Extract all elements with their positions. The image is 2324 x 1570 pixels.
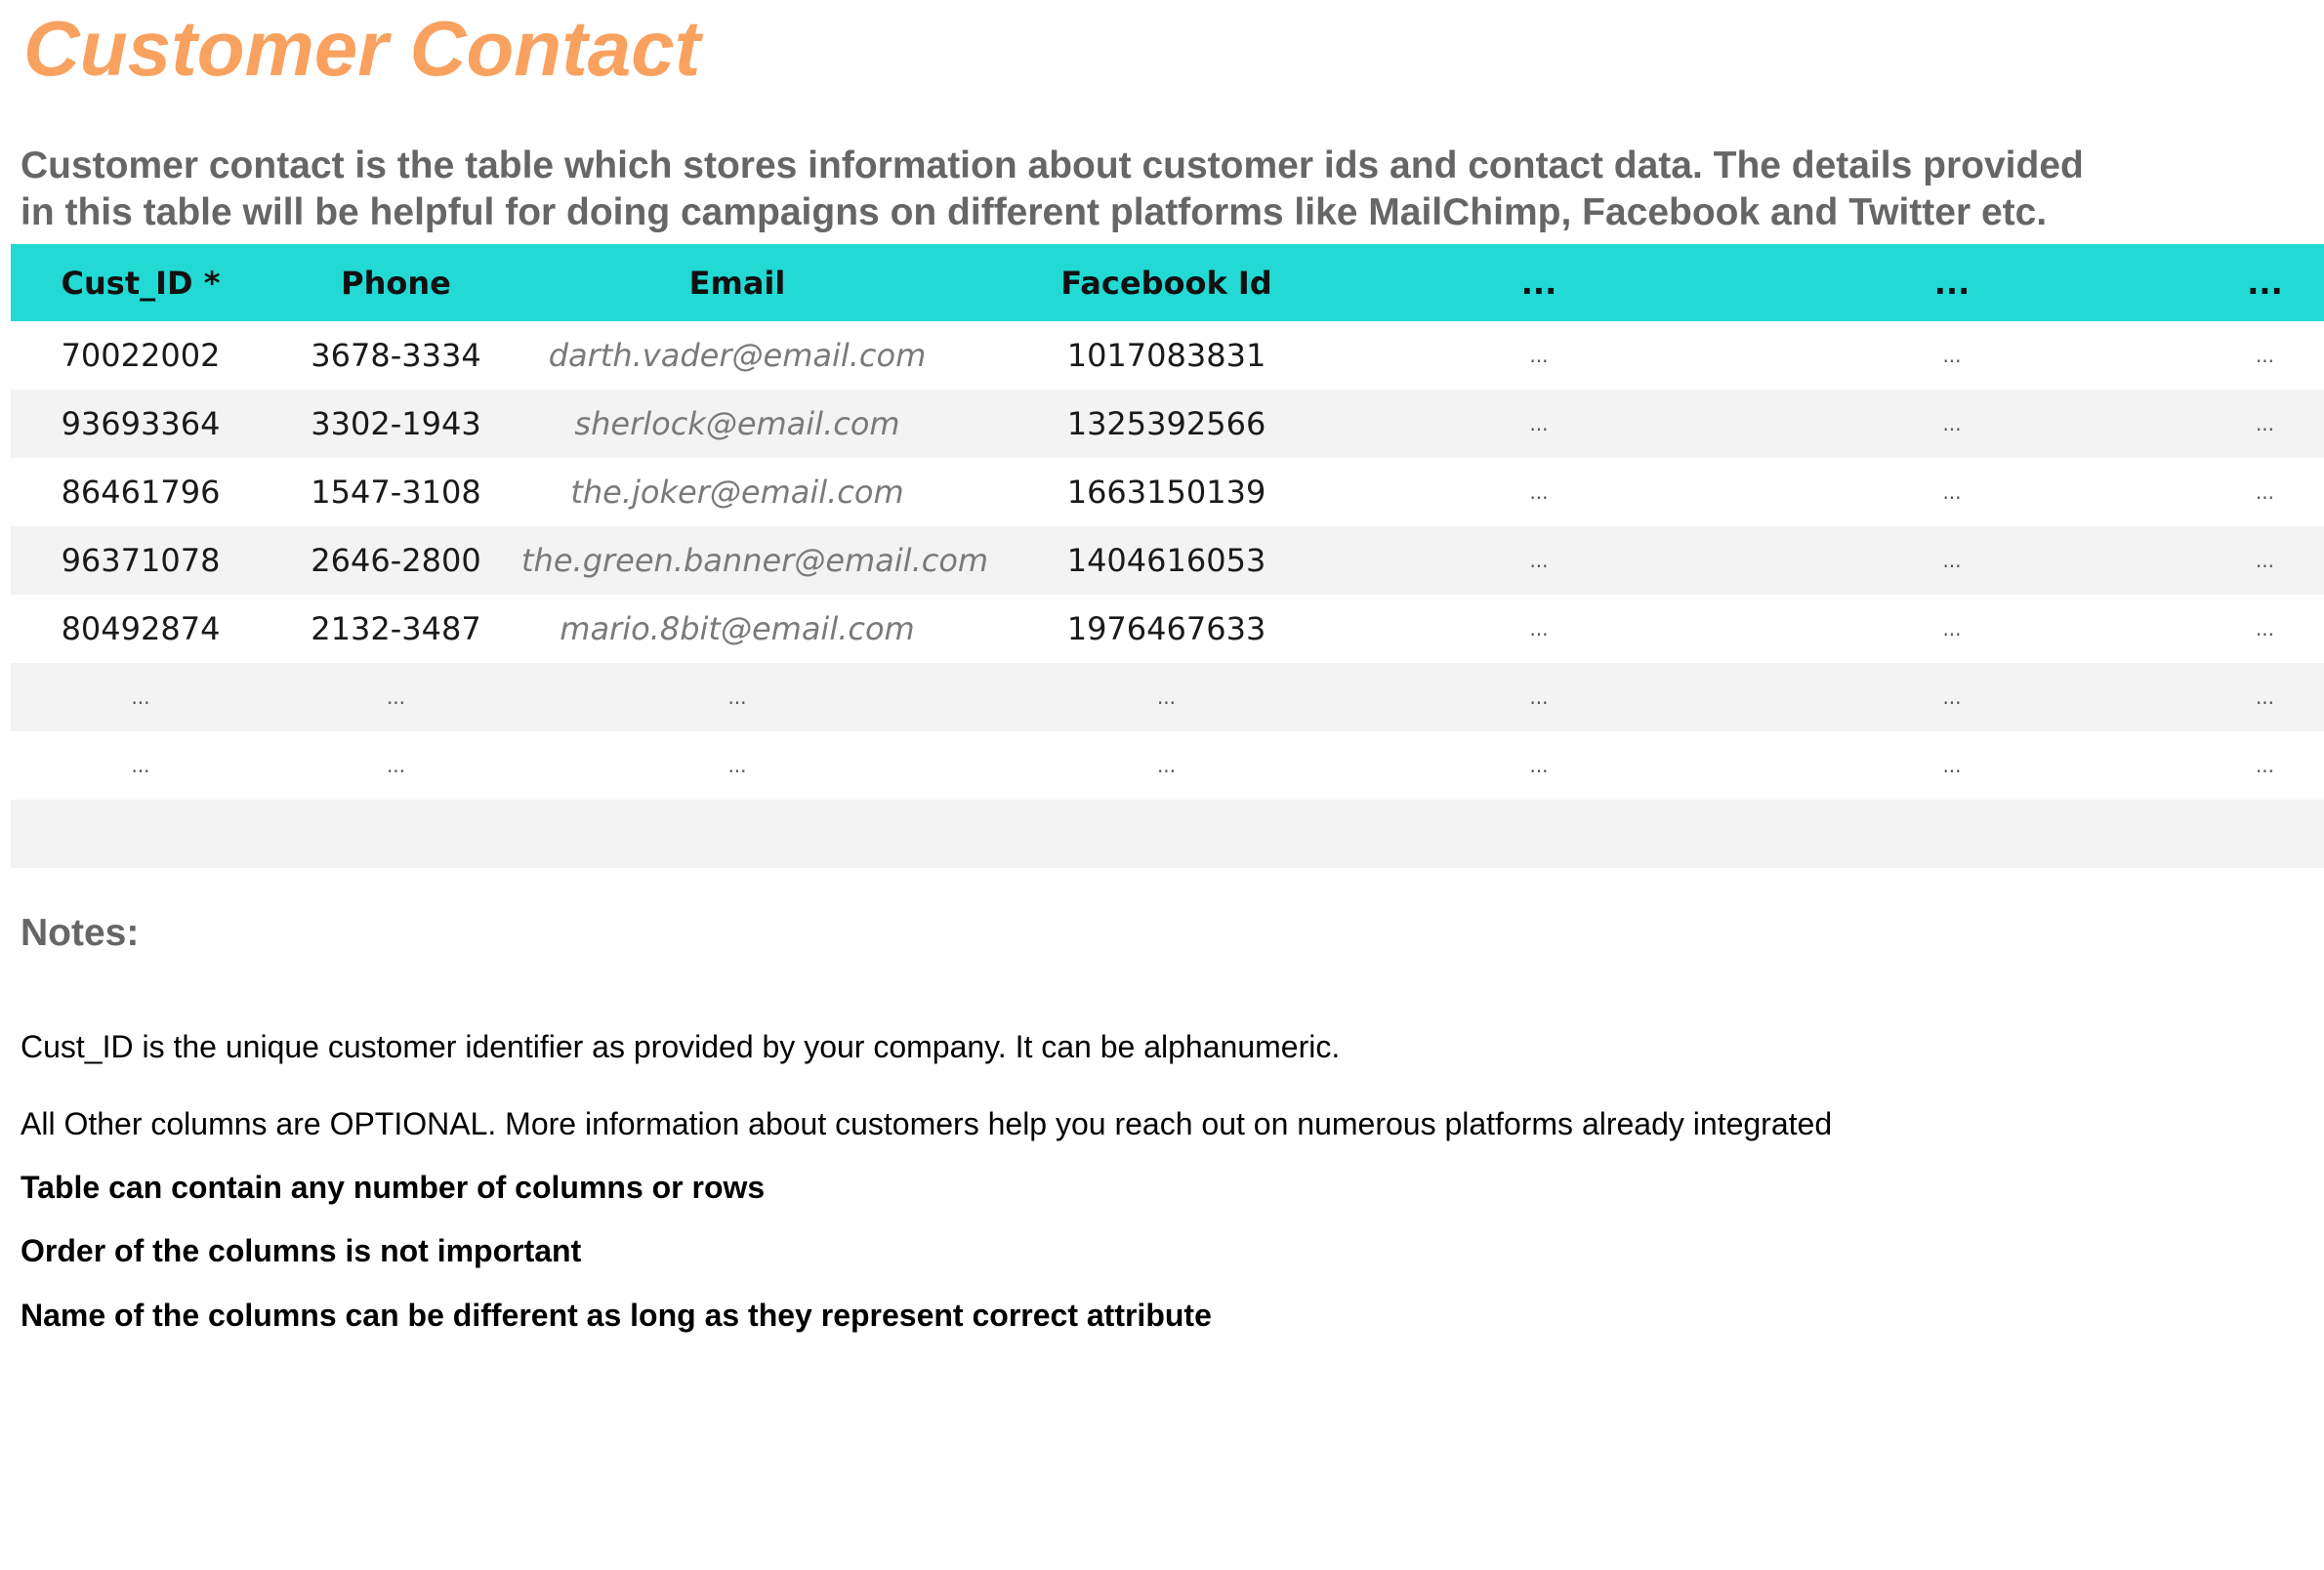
cell-more: ... xyxy=(1698,663,2206,731)
cell-facebook-id: 1404616053 xyxy=(953,526,1380,595)
cell-email: the.green.banner@email.com xyxy=(521,526,988,595)
empty-cell xyxy=(521,800,953,868)
cell-phone: 1547-3108 xyxy=(311,474,481,511)
cell-more: ... xyxy=(270,663,521,731)
cell-cust-id: 96371078 xyxy=(11,526,270,595)
table-row: 96371078 2646-2800 the.green.banner@emai… xyxy=(11,526,2324,595)
empty-cell xyxy=(953,800,1380,868)
cell-phone: 3678-3334 xyxy=(311,337,481,374)
cell-cust-id: 70022002 xyxy=(61,337,221,374)
empty-cell xyxy=(270,800,521,868)
description-line: in this table will be helpful for doing … xyxy=(21,191,2048,233)
empty-cell xyxy=(1380,800,1698,868)
column-header-facebook-id: Facebook Id xyxy=(953,244,1380,321)
column-header-more: ... xyxy=(1698,244,2206,321)
cell-cust-id: 93693364 xyxy=(11,390,270,458)
cell-more: ... xyxy=(1529,344,1549,367)
cell-more: ... xyxy=(1942,344,1962,367)
empty-cell xyxy=(2206,800,2324,868)
cell-more: ... xyxy=(1698,526,2206,595)
cell-more: ... xyxy=(131,754,150,777)
cell-facebook-id: 1017083831 xyxy=(1066,337,1266,374)
cell-more: ... xyxy=(1529,617,1549,640)
cell-more: ... xyxy=(11,663,270,731)
cell-cust-id: 80492874 xyxy=(61,610,221,647)
cell-more: ... xyxy=(1156,754,1177,777)
cell-email: sherlock@email.com xyxy=(521,390,953,458)
column-header-more: ... xyxy=(2206,244,2324,321)
customer-contact-table: Cust_ID * Phone Email Facebook Id ... ..… xyxy=(11,244,2324,868)
cell-facebook-id: 1663150139 xyxy=(1066,474,1266,511)
cell-facebook-id: 1976467633 xyxy=(1066,610,1266,647)
cell-facebook-id: 1325392566 xyxy=(953,390,1380,458)
cell-more: ... xyxy=(1942,754,1962,777)
cell-more: ... xyxy=(1380,526,1698,595)
cell-more: ... xyxy=(1529,754,1549,777)
table-row: 93693364 3302-1943 sherlock@email.com 13… xyxy=(11,390,2324,458)
cell-more: ... xyxy=(2206,663,2324,731)
cell-email: the.joker@email.com xyxy=(570,474,904,511)
description: Customer contact is the table which stor… xyxy=(21,143,2084,236)
cell-more: ... xyxy=(2206,526,2324,595)
cell-more: ... xyxy=(1380,390,1698,458)
cell-more: ... xyxy=(2255,344,2275,367)
table-row: ... ... ... ... ... ... ... xyxy=(11,663,2324,731)
cell-email: darth.vader@email.com xyxy=(548,337,927,374)
note-item: Cust_ID is the unique customer identifie… xyxy=(21,1029,1341,1064)
note-item: Table can contain any number of columns … xyxy=(21,1170,766,1205)
empty-cell xyxy=(1698,800,2206,868)
column-header-phone: Phone xyxy=(270,244,521,321)
cell-more: ... xyxy=(2206,390,2324,458)
description-line: Customer contact is the table which stor… xyxy=(21,145,2084,186)
table-row-empty xyxy=(11,800,2324,868)
cell-phone: 3302-1943 xyxy=(270,390,521,458)
column-header-email: Email xyxy=(521,244,953,321)
cell-more: ... xyxy=(1529,480,1549,504)
table-row: 86461796 1547-3108 the.joker@email.com 1… xyxy=(11,458,2324,526)
table-row: ... ... ... ... ... ... ... xyxy=(11,731,2324,800)
cell-more: ... xyxy=(1698,390,2206,458)
cell-more: ... xyxy=(1380,663,1698,731)
empty-cell xyxy=(11,800,270,868)
note-item: Order of the columns is not important xyxy=(21,1233,582,1268)
table-row: 80492874 2132-3487 mario.8bit@email.com … xyxy=(11,595,2324,663)
cell-more: ... xyxy=(953,663,1380,731)
page-title: Customer Contact xyxy=(23,5,701,92)
column-header-cust-id: Cust_ID * xyxy=(11,244,270,321)
cell-more: ... xyxy=(2255,480,2275,504)
table-row: 70022002 3678-3334 darth.vader@email.com… xyxy=(11,321,2324,390)
cell-email: mario.8bit@email.com xyxy=(560,610,915,647)
cell-more: ... xyxy=(2255,754,2275,777)
column-header-more: ... xyxy=(1380,244,1698,321)
table-header-row: Cust_ID * Phone Email Facebook Id ... ..… xyxy=(11,244,2324,321)
note-item: All Other columns are OPTIONAL. More inf… xyxy=(21,1106,1833,1141)
cell-more: ... xyxy=(727,754,747,777)
cell-more: ... xyxy=(1942,617,1962,640)
notes-heading: Notes: xyxy=(21,912,140,954)
cell-more: ... xyxy=(521,663,953,731)
cell-more: ... xyxy=(1942,480,1962,504)
cell-more: ... xyxy=(2255,617,2275,640)
cell-phone: 2132-3487 xyxy=(311,610,481,647)
cell-phone: 2646-2800 xyxy=(270,526,521,595)
cell-more: ... xyxy=(386,754,406,777)
note-item: Name of the columns can be different as … xyxy=(21,1298,1212,1333)
cell-cust-id: 86461796 xyxy=(61,474,221,511)
